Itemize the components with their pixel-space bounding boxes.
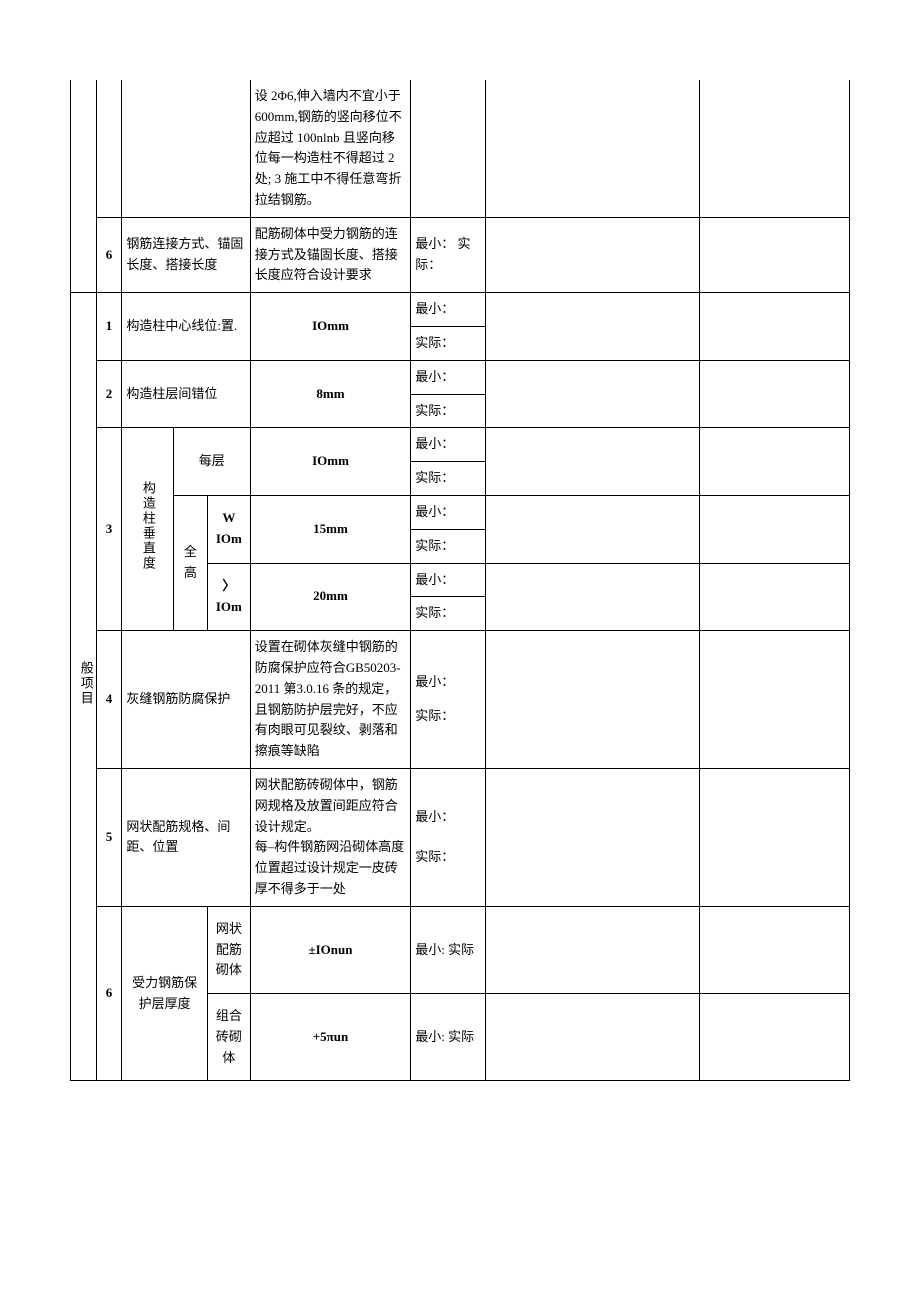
blank-cell (700, 906, 850, 993)
row-num: 1 (96, 293, 122, 361)
sub-label: 每层 (173, 428, 250, 496)
category-cell-empty (71, 80, 97, 293)
table-row: 2 构造柱层间错位 8mm 最小： (71, 360, 850, 394)
spec-cell: IOmm (250, 428, 411, 496)
blank-cell (486, 428, 700, 496)
minactual-cell: 最小: 实际 (411, 994, 486, 1081)
item-name: 受力钢筋保护层厚度 (122, 906, 208, 1081)
blank-cell (486, 217, 700, 292)
table-row: 3 构造柱垂直度 每层 IOmm 最小： (71, 428, 850, 462)
blank-cell (486, 768, 700, 906)
spec-cell: ±IOnun (250, 906, 411, 993)
min-cell: 最小： (411, 293, 486, 327)
blank-cell (486, 360, 700, 428)
blank-cell (700, 293, 850, 361)
min-cell: 最小： (411, 563, 486, 597)
actual-cell: 实际： (411, 529, 486, 563)
item-name: 构造柱层间错位 (122, 360, 250, 428)
row-num: 6 (96, 906, 122, 1081)
actual-cell: 实际： (411, 700, 486, 769)
blank-cell (700, 495, 850, 563)
spec-cell: 8mm (250, 360, 411, 428)
row-num: 4 (96, 631, 122, 769)
row-num: 5 (96, 768, 122, 906)
blank-cell (700, 631, 850, 769)
cell-empty (96, 80, 122, 217)
sub-label: 组合砖砌体 (207, 994, 250, 1081)
table-row: 5 网状配筋规格、间距、位置 网状配筋砖砌体中，钢筋网规格及放置间距应符合设计规… (71, 768, 850, 837)
actual-cell: 实际： (411, 597, 486, 631)
spec-cell: 设置在砌体灰缝中钢筋的防腐保护应符合GB50203-2011 第3.0.16 条… (250, 631, 411, 769)
blank-cell (486, 563, 700, 631)
row-num: 2 (96, 360, 122, 428)
blank-cell (486, 495, 700, 563)
blank-cell (700, 563, 850, 631)
cell-empty (122, 80, 250, 217)
spec-cell: +5πun (250, 994, 411, 1081)
item-name: 灰缝钢筋防腐保护 (122, 631, 250, 769)
spec-cell: 配筋砌体中受力钢筋的连接方式及锚固长度、搭接长度应符合设计要求 (250, 217, 411, 292)
inspection-table: 设 2Φ6,伸入墙内不宜小于 600mm,钢筋的竖向移位不应超过 100nlnb… (70, 80, 850, 1081)
table-row: 6 受力钢筋保护层厚度 网状配筋砌体 ±IOnun 最小: 实际 (71, 906, 850, 993)
table-row: 设 2Φ6,伸入墙内不宜小于 600mm,钢筋的竖向移位不应超过 100nlnb… (71, 80, 850, 217)
minactual-cell: 最小: 实际 (411, 906, 486, 993)
blank-cell (700, 768, 850, 906)
blank-cell (700, 217, 850, 292)
blank-cell (486, 631, 700, 769)
sub-label: 全高 (173, 495, 207, 630)
row-num: 6 (96, 217, 122, 292)
spec-cell: 15mm (250, 495, 411, 563)
blank-cell (700, 360, 850, 428)
actual-cell: 实际： (411, 326, 486, 360)
actual-cell: 实际： (411, 394, 486, 428)
category-label: 般项目 (71, 293, 97, 1081)
blank-cell (486, 994, 700, 1081)
sub-label: W IOm (207, 495, 250, 563)
spec-cell: 20mm (250, 563, 411, 631)
spec-cell: 网状配筋砖砌体中，钢筋网规格及放置间距应符合设计规定。 每–构件钢筋网沿砌体高度… (250, 768, 411, 906)
spec-cell: IOmm (250, 293, 411, 361)
minactual-cell: 最小： 实际： (411, 217, 486, 292)
row-num: 3 (96, 428, 122, 631)
table-row: 4 灰缝钢筋防腐保护 设置在砌体灰缝中钢筋的防腐保护应符合GB50203-201… (71, 631, 850, 700)
min-cell: 最小： (411, 768, 486, 837)
min-cell: 最小： (411, 428, 486, 462)
min-cell: 最小： (411, 631, 486, 700)
table-row: 全高 W IOm 15mm 最小： (71, 495, 850, 529)
min-cell: 最小： (411, 360, 486, 394)
blank-cell (700, 428, 850, 496)
sub-label: 网状配筋砌体 (207, 906, 250, 993)
item-name: 网状配筋规格、间距、位置 (122, 768, 250, 906)
item-name: 构造柱中心线位:置. (122, 293, 250, 361)
blank-cell (486, 293, 700, 361)
actual-cell: 实际： (411, 837, 486, 906)
table-row: 般项目 1 构造柱中心线位:置. IOmm 最小： (71, 293, 850, 327)
blank-cell (486, 80, 700, 217)
item-name: 钢筋连接方式、锚固长度、搭接长度 (122, 217, 250, 292)
spec-cell: 设 2Φ6,伸入墙内不宜小于 600mm,钢筋的竖向移位不应超过 100nlnb… (250, 80, 411, 217)
min-cell: 最小： (411, 495, 486, 529)
table-row: 6 钢筋连接方式、锚固长度、搭接长度 配筋砌体中受力钢筋的连接方式及锚固长度、搭… (71, 217, 850, 292)
actual-cell: 实际： (411, 462, 486, 496)
item-name: 构造柱垂直度 (122, 428, 173, 631)
minactual-cell (411, 80, 486, 217)
sub-label: 〉IOm (207, 563, 250, 631)
blank-cell (486, 906, 700, 993)
blank-cell (700, 994, 850, 1081)
blank-cell (700, 80, 850, 217)
